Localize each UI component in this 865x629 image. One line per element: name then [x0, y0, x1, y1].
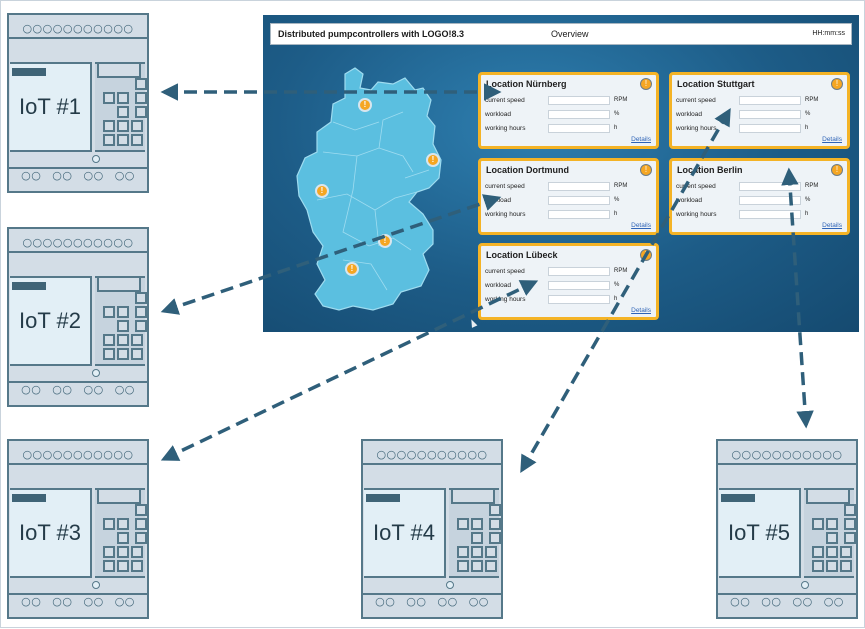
arrow-iot3-luebeck	[160, 280, 539, 461]
arrow-iot5-berlin	[781, 167, 814, 429]
arrow-iot4-stuttgart	[520, 107, 731, 474]
diagram-canvas: Distributed pumpcontrollers with LOGO!8.…	[0, 0, 865, 628]
connection-arrows	[160, 83, 814, 474]
arrow-iot2-dortmund	[160, 194, 502, 315]
